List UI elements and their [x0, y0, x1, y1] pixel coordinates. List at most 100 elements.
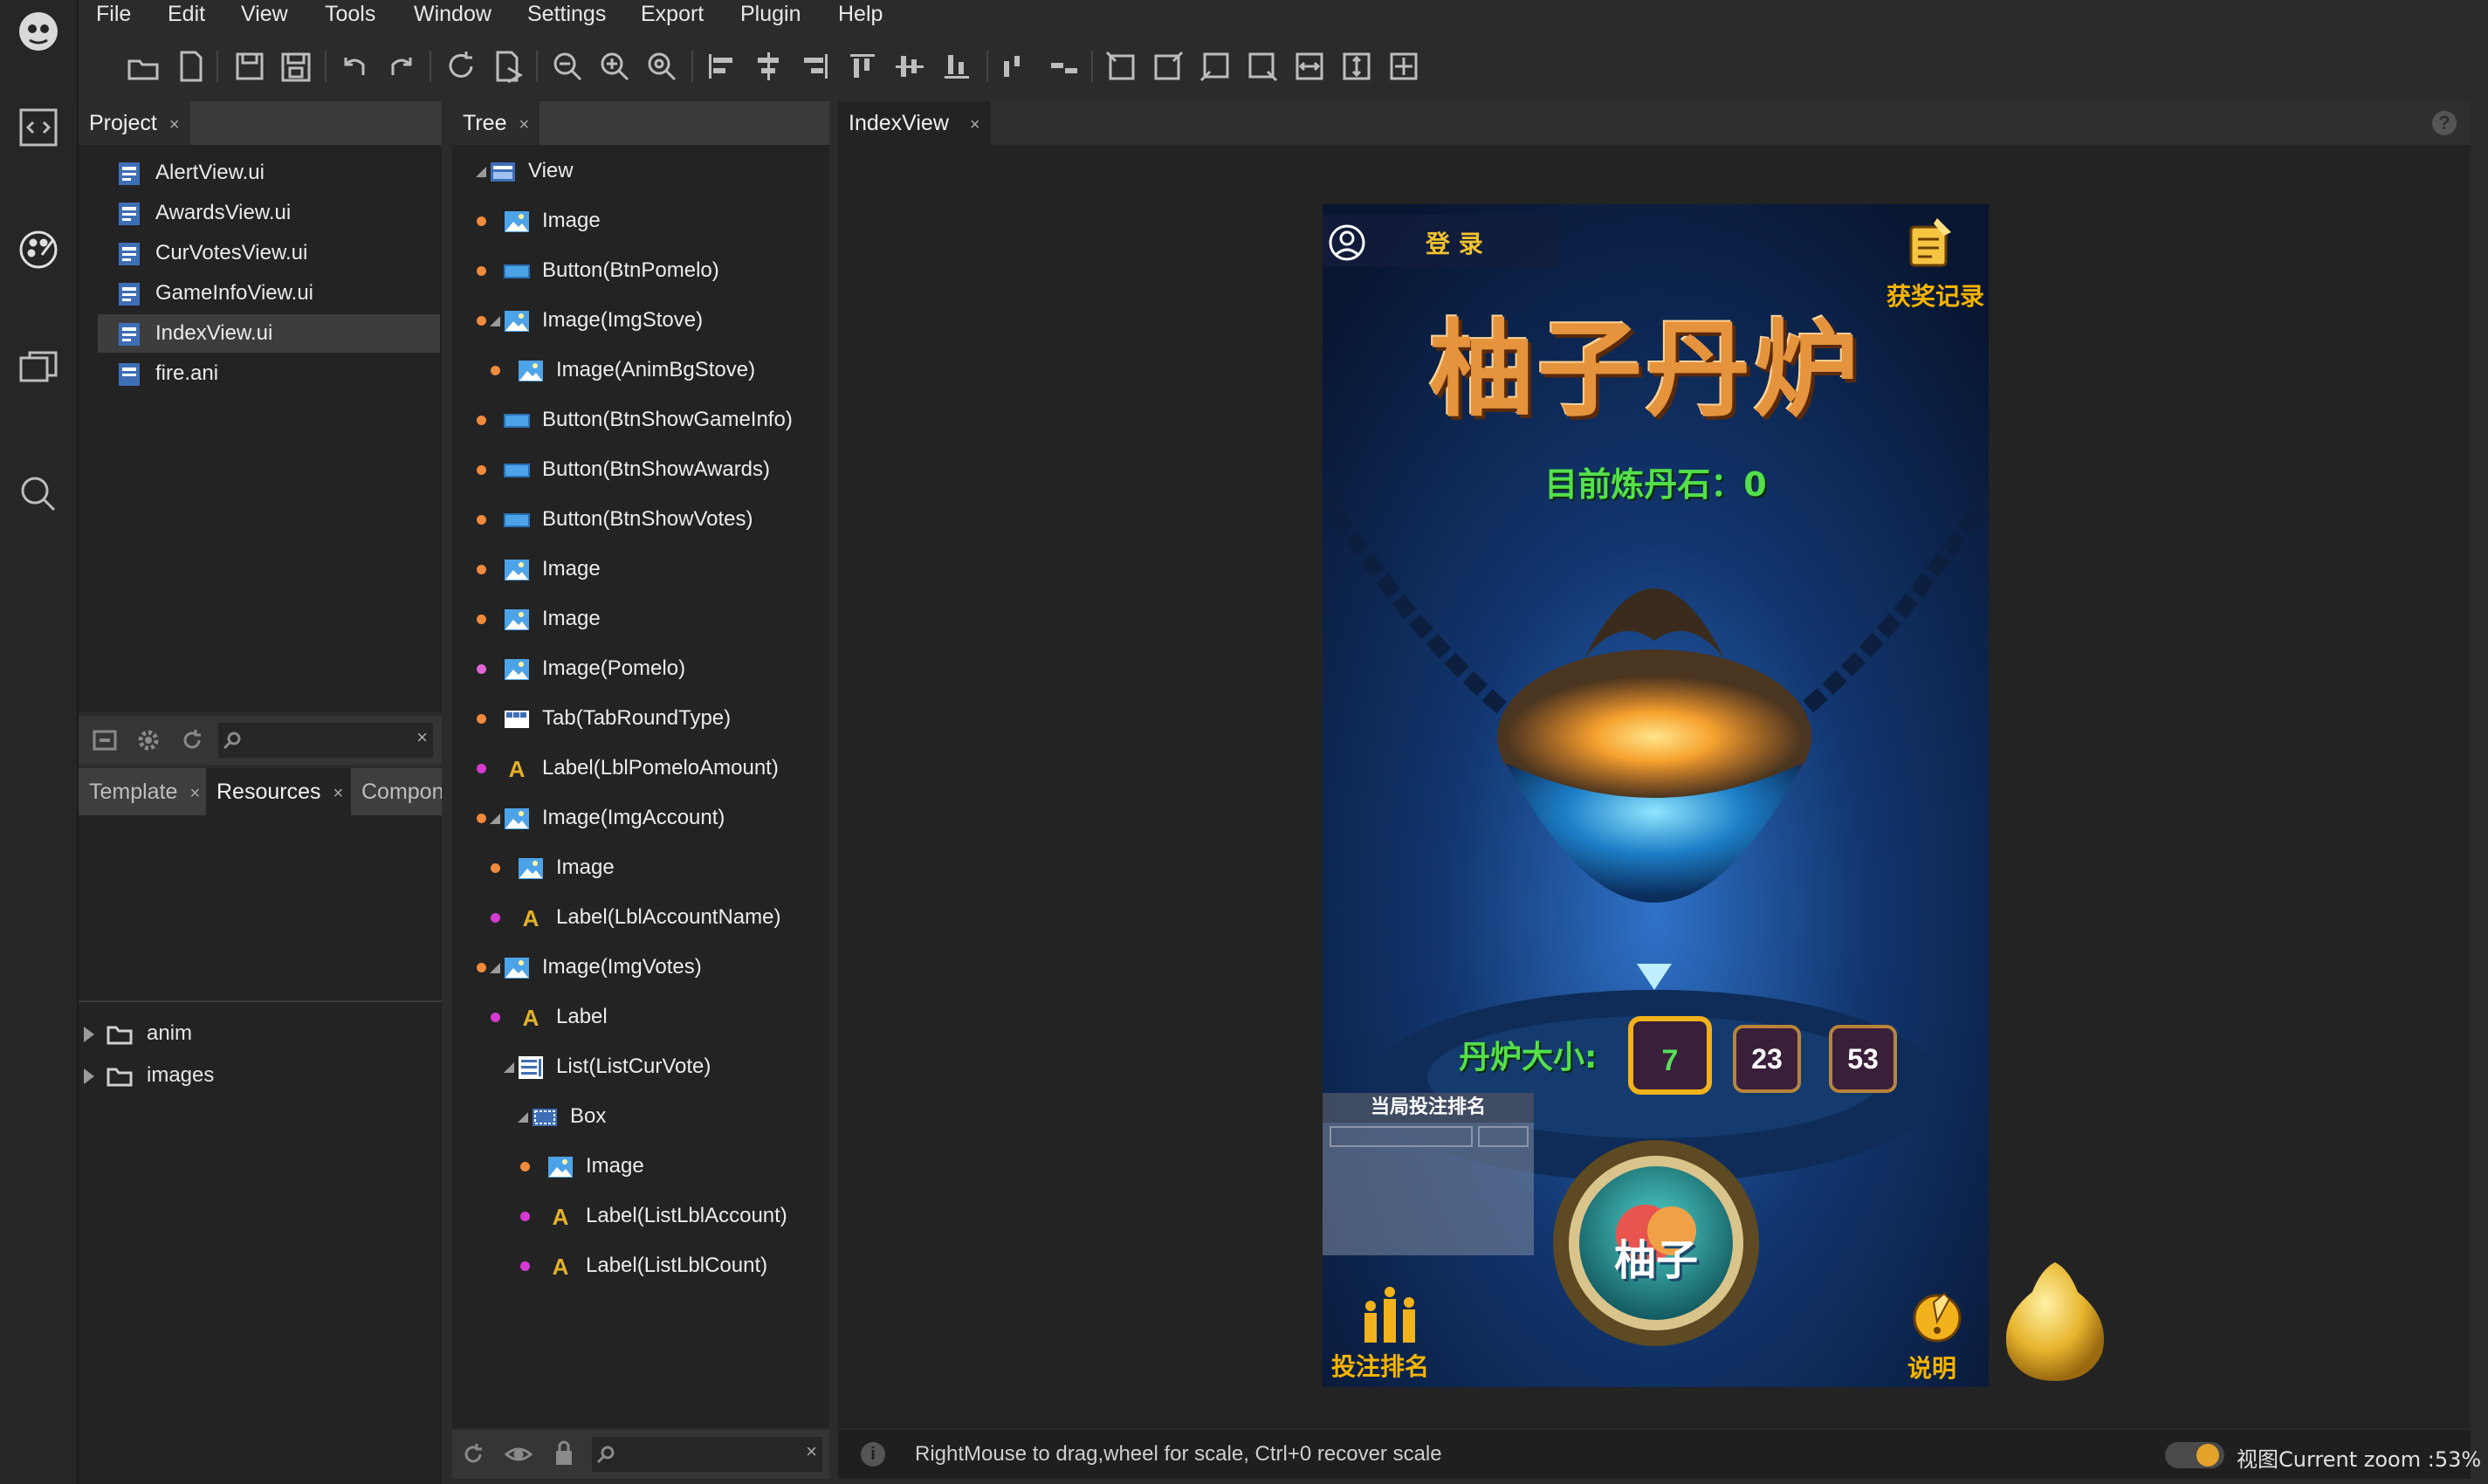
zoom-in-icon[interactable]: [597, 49, 632, 84]
expand-arrow-icon[interactable]: [84, 1026, 94, 1042]
tree-node[interactable]: Image(ImgStove): [477, 301, 703, 340]
tree-node[interactable]: View: [463, 152, 574, 190]
file-item[interactable]: GameInfoView.ui: [98, 274, 423, 313]
publish-icon[interactable]: [491, 49, 526, 84]
align-center-h-icon[interactable]: [751, 49, 786, 84]
awards-button[interactable]: 获奖记录: [1880, 211, 1984, 316]
folder-anim[interactable]: anim: [84, 1014, 192, 1053]
new-file-icon[interactable]: [173, 49, 208, 84]
close-icon[interactable]: ×: [970, 115, 980, 134]
close-icon[interactable]: ×: [169, 115, 180, 134]
clear-search-icon[interactable]: ×: [806, 1440, 817, 1463]
tree-node[interactable]: A Label(ListLblCount): [520, 1247, 767, 1285]
search-icon[interactable]: [12, 468, 65, 520]
distribute-v-icon[interactable]: [1046, 49, 1081, 84]
view-toggle[interactable]: [2165, 1442, 2224, 1468]
expand-arrow-icon[interactable]: [476, 166, 486, 177]
tree-node[interactable]: A Label(LblAccountName): [491, 898, 780, 937]
menu-edit[interactable]: Edit: [168, 2, 205, 27]
tree-node[interactable]: Button(BtnShowVotes): [477, 500, 753, 539]
folder-images[interactable]: images: [84, 1056, 214, 1095]
tree-node[interactable]: Button(BtnShowGameInfo): [477, 401, 793, 439]
tree-node[interactable]: Image: [477, 600, 601, 638]
tree-search-input[interactable]: ×: [592, 1437, 822, 1472]
clear-search-icon[interactable]: ×: [416, 726, 428, 749]
tab-template[interactable]: Template ×: [79, 768, 211, 815]
align-left-icon[interactable]: [704, 49, 739, 84]
menu-view[interactable]: View: [241, 2, 288, 27]
size-option[interactable]: 23: [1733, 1025, 1801, 1093]
menu-export[interactable]: Export: [641, 2, 704, 27]
tree-node[interactable]: A Label(LblPomeloAmount): [477, 749, 779, 787]
zoom-reset-icon[interactable]: [644, 49, 679, 84]
anchor-br-icon[interactable]: [1245, 49, 1280, 84]
align-bottom-icon[interactable]: [939, 49, 974, 84]
anchor-tr-icon[interactable]: [1151, 49, 1186, 84]
game-scene-canvas[interactable]: 登 录 获奖记录 柚子丹炉 目前炼丹石：0 丹炉大小: 7 23 53 当局投注…: [1323, 204, 1989, 1387]
distribute-h-icon[interactable]: [999, 49, 1034, 84]
tab-indexview[interactable]: IndexView ×: [838, 101, 991, 145]
stretch-v-icon[interactable]: [1339, 49, 1374, 84]
tree-node[interactable]: Box: [505, 1097, 606, 1136]
save-icon[interactable]: [232, 49, 267, 84]
close-icon[interactable]: ×: [519, 115, 529, 134]
stretch-h-icon[interactable]: [1292, 49, 1327, 84]
tree-node[interactable]: Image(Pomelo): [477, 649, 685, 688]
expand-arrow-icon[interactable]: [490, 962, 500, 973]
tab-components[interactable]: Compone: [351, 768, 442, 815]
tree-node[interactable]: Image(ImgVotes): [477, 948, 702, 986]
tree-node[interactable]: Tab(TabRoundType): [477, 699, 731, 738]
file-item[interactable]: fire.ani: [98, 354, 423, 393]
expand-arrow-icon[interactable]: [84, 1068, 94, 1084]
refresh-icon[interactable]: [180, 728, 204, 752]
menu-help[interactable]: Help: [838, 2, 883, 27]
close-icon[interactable]: ×: [189, 784, 200, 803]
tree-node[interactable]: Image: [477, 202, 601, 240]
center-icon[interactable]: [1386, 49, 1421, 84]
file-item-selected[interactable]: IndexView.ui: [98, 314, 440, 353]
align-top-icon[interactable]: [845, 49, 880, 84]
menu-plugin[interactable]: Plugin: [740, 2, 801, 27]
refresh-icon[interactable]: [461, 1442, 485, 1467]
design-palette-icon[interactable]: [12, 223, 65, 276]
help-button[interactable]: 说明: [1899, 1287, 1977, 1383]
collapse-icon[interactable]: [93, 728, 117, 752]
menu-file[interactable]: File: [96, 2, 131, 27]
zoom-out-icon[interactable]: [550, 49, 585, 84]
undo-icon[interactable]: [337, 49, 372, 84]
pomelo-image[interactable]: [1994, 1257, 2116, 1384]
file-item[interactable]: AwardsView.ui: [98, 194, 423, 232]
refresh-icon[interactable]: [443, 49, 478, 84]
expand-arrow-icon[interactable]: [504, 1061, 514, 1073]
file-item[interactable]: CurVotesView.ui: [98, 234, 423, 272]
tree-node[interactable]: Button(BtnShowAwards): [477, 450, 770, 489]
close-icon[interactable]: ×: [333, 784, 344, 803]
login-bar[interactable]: 登 录: [1323, 215, 1560, 267]
align-right-icon[interactable]: [798, 49, 833, 84]
expand-arrow-icon[interactable]: [490, 315, 500, 326]
anchor-tl-icon[interactable]: [1103, 49, 1138, 84]
eye-icon[interactable]: [505, 1442, 533, 1467]
anchor-bl-icon[interactable]: [1198, 49, 1233, 84]
expand-arrow-icon[interactable]: [518, 1111, 528, 1123]
bet-ranking-button[interactable]: 投注排名: [1331, 1287, 1445, 1383]
save-all-icon[interactable]: [279, 49, 314, 84]
open-folder-icon[interactable]: [126, 49, 161, 84]
preview-icon[interactable]: [12, 346, 65, 398]
tab-tree[interactable]: Tree ×: [452, 101, 540, 145]
tree-node[interactable]: List(ListCurVote): [491, 1048, 711, 1086]
code-view-icon[interactable]: [12, 101, 65, 154]
size-option[interactable]: 53: [1829, 1025, 1897, 1093]
help-icon[interactable]: ?: [2432, 111, 2457, 135]
tree-node[interactable]: Image: [491, 848, 615, 887]
menu-settings[interactable]: Settings: [527, 2, 606, 27]
tree-node[interactable]: Image: [520, 1147, 644, 1185]
tree-node[interactable]: Button(BtnPomelo): [477, 251, 719, 290]
tree-node[interactable]: Image(ImgAccount): [477, 799, 725, 837]
redo-icon[interactable]: [384, 49, 419, 84]
tab-resources[interactable]: Resources ×: [206, 768, 354, 815]
size-option-selected[interactable]: 7: [1628, 1016, 1712, 1095]
tree-node[interactable]: Image: [477, 550, 601, 588]
gear-icon[interactable]: [136, 728, 161, 752]
menu-window[interactable]: Window: [414, 2, 491, 27]
